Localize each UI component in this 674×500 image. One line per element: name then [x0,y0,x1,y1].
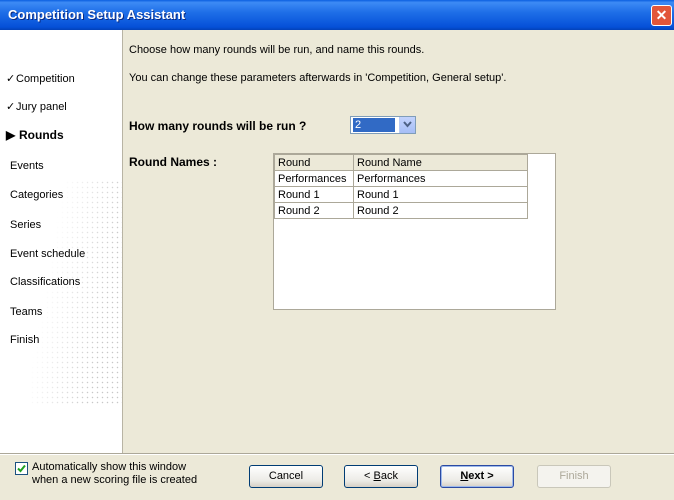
step-teams: Teams [10,306,42,318]
round-names-label: Round Names : [129,155,218,169]
next-button-rest: ext > [468,470,494,482]
step-jury-panel: ✓Jury panel [6,100,67,113]
grid-row: Round 2 Round 2 [274,202,528,219]
auto-show-label-line2: when a new scoring file is created [32,474,198,486]
step-label: Events [10,160,44,172]
chevron-down-icon [403,121,412,128]
checkmark-icon [17,464,26,473]
step-rounds: ▶ Rounds [6,128,64,142]
checkmark-icon: ✓ [6,101,16,113]
column-header-round: Round [274,154,354,171]
grid-row: Performances Performances [274,170,528,187]
step-event-schedule: Event schedule [10,248,85,260]
back-button-accesskey: B [373,470,381,482]
step-label: Series [10,219,42,231]
rounds-question-label: How many rounds will be run ? [129,119,307,133]
current-step-arrow-icon: ▶ [6,128,16,142]
close-button[interactable]: ✕ [651,5,672,26]
close-icon: ✕ [655,7,668,23]
grid-row: Round 1 Round 1 [274,186,528,203]
step-competition: ✓Competition [6,72,75,85]
step-series: Series [10,219,41,231]
step-label: Classifications [10,276,81,288]
round-names-grid: Round Round Name Performances Performanc… [273,153,556,310]
intro-text: Choose how many rounds will be run, and … [129,44,425,56]
steps-sidebar: ✓Competition ✓Jury panel ▶ Rounds Events … [0,30,123,453]
window-title: Competition Setup Assistant [8,7,186,22]
cancel-button[interactable]: Cancel [249,465,323,488]
round-name-cell[interactable]: Round 2 [353,202,528,219]
checkmark-icon: ✓ [6,73,16,85]
step-events: Events [10,160,44,172]
step-label: Event schedule [10,248,86,260]
decorative-dot-pattern [30,180,122,405]
note-text: You can change these parameters afterwar… [129,72,507,84]
round-cell: Round 1 [274,186,354,203]
round-name-cell[interactable]: Performances [353,170,528,187]
step-label: Rounds [19,128,64,142]
next-button[interactable]: Next > [440,465,514,488]
finish-button[interactable]: Finish [537,465,611,488]
round-cell: Performances [274,170,354,187]
rounds-count-value: 2 [353,118,395,132]
grid-header-row: Round Round Name [274,154,528,171]
step-label: Finish [10,334,40,346]
column-header-round-name: Round Name [353,154,528,171]
auto-show-label-line1: Automatically show this window [32,461,187,473]
title-bar: Competition Setup Assistant ✕ [0,0,674,30]
back-button-rest: ack [380,470,398,482]
step-label: Teams [10,306,43,318]
step-label: Categories [10,189,64,201]
back-button[interactable]: < Back [344,465,418,488]
dropdown-arrow-button[interactable] [399,117,415,133]
step-label: Jury panel [16,101,67,113]
footer-divider [0,453,674,455]
back-button-prefix: < [364,470,374,482]
step-categories: Categories [10,189,63,201]
auto-show-checkbox[interactable] [15,462,28,475]
step-label: Competition [16,73,75,85]
step-classifications: Classifications [10,276,80,288]
round-cell: Round 2 [274,202,354,219]
step-finish: Finish [10,334,39,346]
round-name-cell[interactable]: Round 1 [353,186,528,203]
rounds-count-select[interactable]: 2 [350,116,416,134]
